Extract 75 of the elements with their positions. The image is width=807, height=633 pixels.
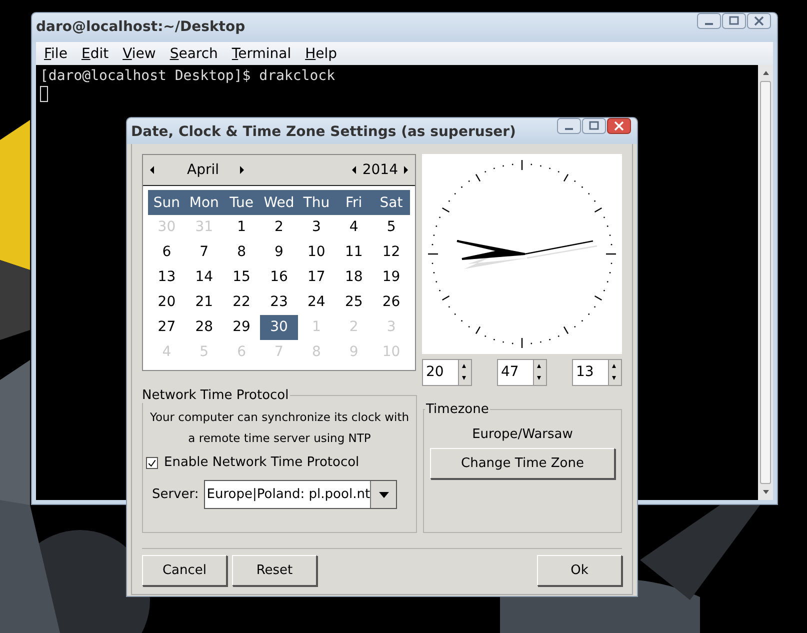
weekday-label: Wed <box>262 194 296 210</box>
text-cursor <box>40 86 48 102</box>
calendar-day[interactable]: 26 <box>372 290 410 315</box>
calendar-day[interactable]: 30 <box>260 315 298 340</box>
calendar-day[interactable]: 20 <box>148 290 186 315</box>
calendar-day[interactable]: 8 <box>222 240 260 265</box>
checkbox[interactable] <box>146 456 158 468</box>
terminal-line: [daro@localhost Desktop]$ drakclock <box>40 67 336 86</box>
weekday-label: Mon <box>188 194 220 210</box>
scrollbar[interactable] <box>758 65 773 500</box>
group-title: Network Time Protocol <box>141 388 290 403</box>
menu-item[interactable]: Search <box>170 46 218 62</box>
close-icon[interactable] <box>607 118 631 134</box>
calendar-day[interactable]: 23 <box>260 290 298 315</box>
calendar-day[interactable]: 6 <box>148 240 186 265</box>
timezone-label: Europe/Warsaw <box>472 427 573 442</box>
calendar-day[interactable]: 5 <box>372 215 410 240</box>
calendar-day[interactable]: 12 <box>372 240 410 265</box>
calendar-day[interactable]: 28 <box>185 315 223 340</box>
calendar-day[interactable]: 7 <box>185 240 223 265</box>
window-title: Date, Clock & Time Zone Settings (as superuser) <box>131 124 516 140</box>
year-label: 2014 <box>362 162 398 178</box>
calendar-day[interactable]: 15 <box>222 265 260 290</box>
next-year-icon[interactable] <box>403 165 409 175</box>
calendar-day[interactable]: 16 <box>260 265 298 290</box>
menu-item[interactable]: Edit <box>81 46 109 62</box>
menu-item[interactable]: Help <box>305 46 338 62</box>
calendar-day[interactable]: 29 <box>222 315 260 340</box>
server-combo-box[interactable]: Europe|Poland: pl.pool.nt <box>204 480 398 509</box>
previous-month-icon[interactable] <box>149 165 155 175</box>
calendar-day[interactable]: 3 <box>298 215 336 240</box>
calendar-day[interactable]: 10 <box>298 240 336 265</box>
time-spinbox[interactable]: 47 <box>497 359 547 386</box>
ok-button[interactable]: Ok <box>537 555 622 586</box>
minimize-icon[interactable] <box>557 118 581 134</box>
weekday-label: Tue <box>228 194 255 210</box>
calendar-day[interactable]: 11 <box>335 240 373 265</box>
reset-button[interactable]: Reset <box>232 555 317 586</box>
menu-item[interactable]: Terminal <box>232 46 292 62</box>
calendar-day[interactable]: 4 <box>335 215 373 240</box>
calendar-day[interactable]: 17 <box>298 265 336 290</box>
maximize-icon[interactable] <box>722 13 746 29</box>
calendar-day[interactable]: 13 <box>148 265 186 290</box>
calendar-day[interactable]: 24 <box>298 290 336 315</box>
next-month-icon[interactable] <box>239 165 245 175</box>
checkbox-label: Enable Network Time Protocol <box>164 455 360 470</box>
server-label: Server: <box>152 487 199 502</box>
calendar-day[interactable]: 2 <box>260 215 298 240</box>
calendar-day[interactable]: 9 <box>260 240 298 265</box>
group-title: Timezone <box>425 402 490 417</box>
calendar-day[interactable]: 19 <box>372 265 410 290</box>
change-time-zone-button[interactable]: Change Time Zone <box>430 448 615 479</box>
calendar-day[interactable]: 18 <box>335 265 373 290</box>
weekday-label: Sun <box>152 194 182 210</box>
menu-item[interactable]: File <box>44 46 68 62</box>
cancel-button[interactable]: Cancel <box>142 555 227 586</box>
time-spinbox[interactable]: 13 <box>572 359 622 386</box>
time-spinbox[interactable]: 20 <box>422 359 472 386</box>
minimize-icon[interactable] <box>697 13 721 29</box>
weekday-label: Sat <box>378 194 404 210</box>
menu-item[interactable]: View <box>122 46 156 62</box>
ntp-description: Your computer can synchronize its clock with a remote time server using NTP <box>148 409 410 447</box>
calendar-day[interactable]: 21 <box>185 290 223 315</box>
weekday-label: Fri <box>344 194 364 210</box>
previous-year-icon[interactable] <box>351 165 358 175</box>
calendar-day[interactable]: 27 <box>148 315 186 340</box>
calendar-day[interactable]: 14 <box>185 265 223 290</box>
calendar-day[interactable]: 1 <box>222 215 260 240</box>
calendar-day[interactable]: 22 <box>222 290 260 315</box>
maximize-icon[interactable] <box>582 118 606 134</box>
calendar-day[interactable]: 25 <box>335 290 373 315</box>
close-icon[interactable] <box>747 13 771 29</box>
month-label: April <box>186 162 220 178</box>
window-title: daro@localhost:~/Desktop <box>36 19 246 35</box>
weekday-label: Thu <box>302 194 331 210</box>
